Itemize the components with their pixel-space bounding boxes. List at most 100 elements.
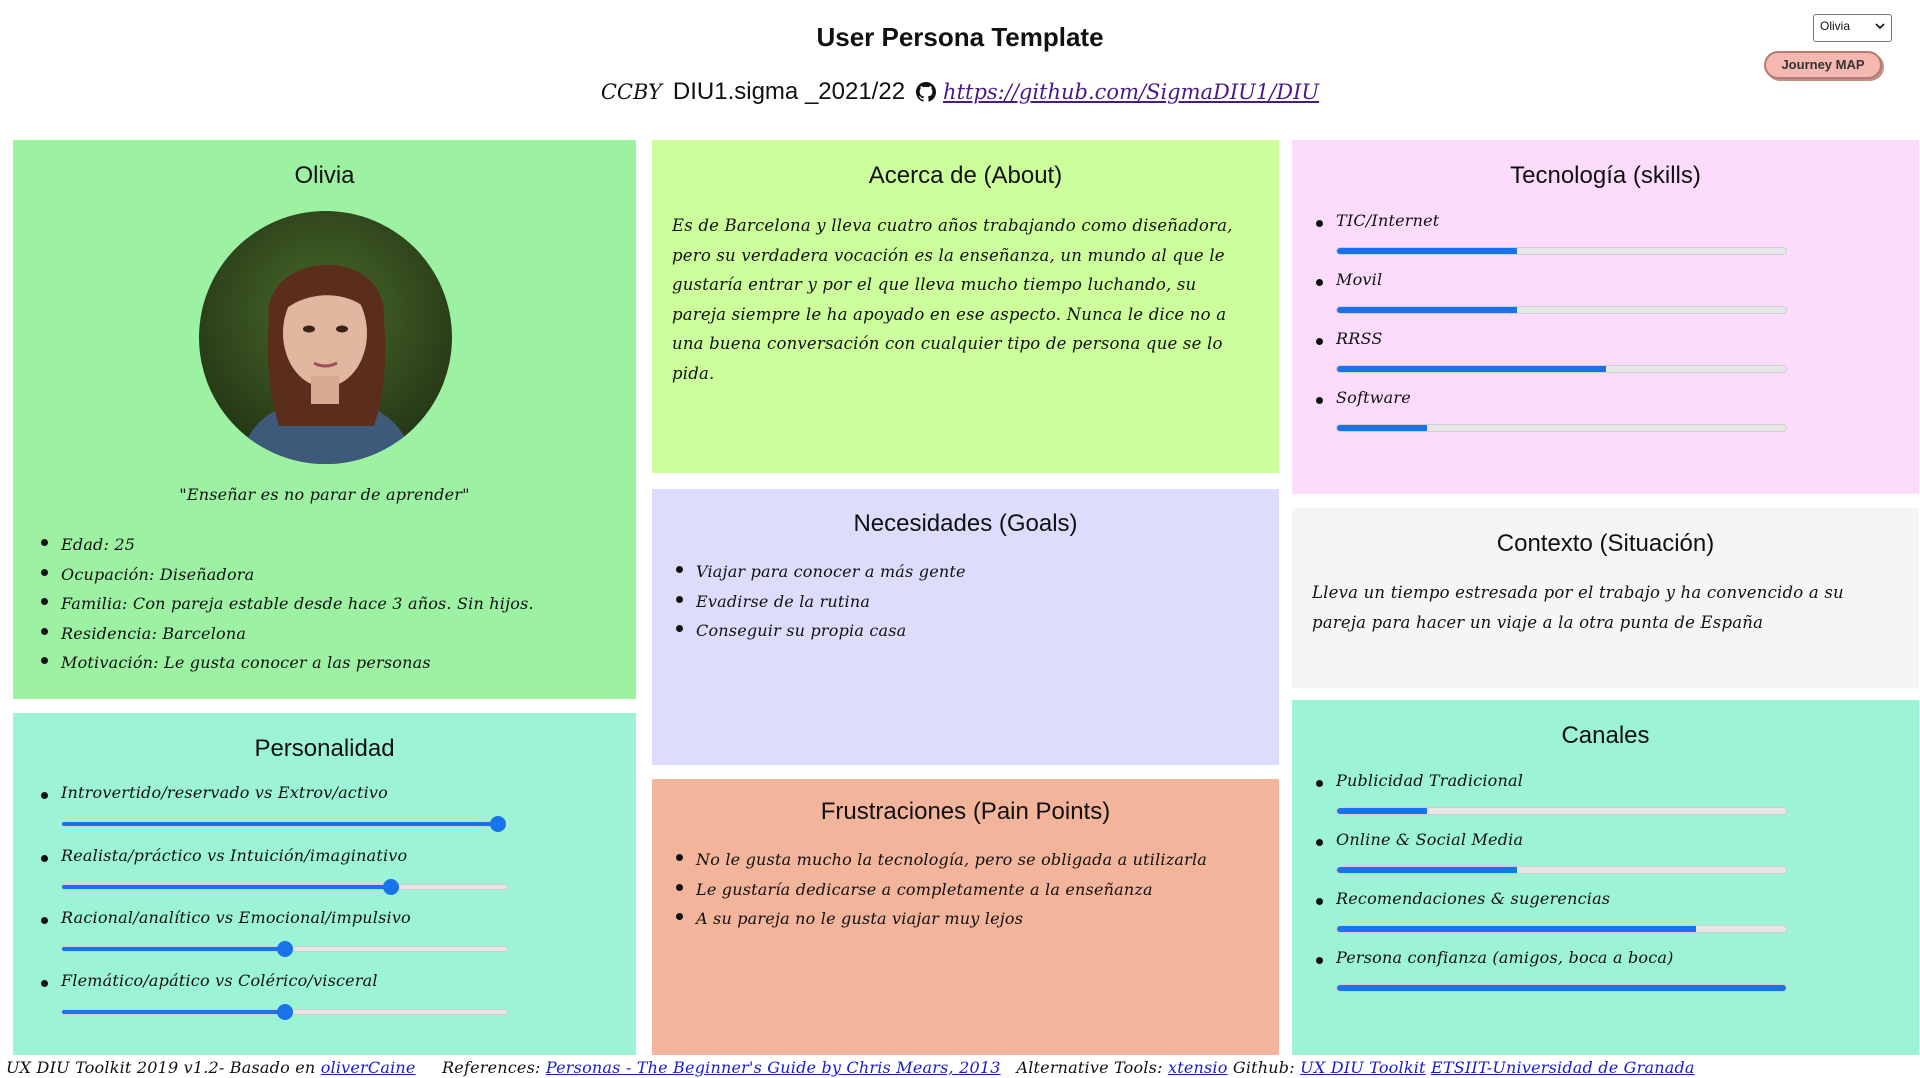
skills-item-label: RRSS (1312, 329, 1383, 348)
skills-progress-bar (1336, 247, 1787, 255)
footer-references-label: References: (442, 1058, 541, 1077)
frustration-item: No le gusta mucho la tecnología, pero se… (672, 845, 1207, 875)
personality-trait-label: Realista/práctico vs Intuición/imaginati… (37, 846, 407, 865)
personality-trait-label: Racional/analítico vs Emocional/impulsiv… (37, 908, 411, 927)
goal-item: Conseguir su propia casa (672, 616, 966, 646)
skills-item-label: Movil (1312, 270, 1382, 289)
about-title: Acerca de (About) (868, 162, 1063, 189)
personality-slider[interactable] (61, 816, 508, 832)
personality-title: Personalidad (254, 735, 395, 762)
personality-trait-label: Introvertido/reservado vs Extrov/activo (37, 783, 388, 802)
persona-fact: Familia: Con pareja estable desde hace 3… (37, 589, 534, 619)
footer-university-link[interactable]: ETSIIT-Universidad de Granada (1431, 1058, 1695, 1077)
goals-card: Necesidades (Goals) Viajar para conocer … (652, 489, 1279, 765)
channels-item-label: Publicidad Tradicional (1312, 771, 1523, 790)
skills-progress-bar (1336, 306, 1787, 314)
footer-alt-tools-label: Alternative Tools: (1016, 1058, 1163, 1077)
personality-slider-thumb[interactable] (383, 878, 400, 895)
personality-slider[interactable] (61, 878, 508, 895)
channels-item: Recomendaciones & sugerencias (1312, 889, 1610, 908)
channels-progress-fill (1337, 808, 1427, 814)
page-title: User Persona Template (816, 22, 1104, 52)
footer: UX DIU Toolkit 2019 v1.2- Basado en oliv… (6, 1058, 1695, 1077)
channels-progress-bar (1336, 925, 1787, 933)
channels-item-label: Persona confianza (amigos, boca a boca) (1312, 948, 1674, 967)
persona-fact: Ocupación: Diseñadora (37, 560, 534, 590)
skills-item: TIC/Internet (1312, 211, 1439, 230)
personality-slider[interactable] (61, 1003, 508, 1020)
persona-fact: Residencia: Barcelona (37, 619, 534, 649)
personality-trait: Realista/práctico vs Intuición/imaginati… (37, 846, 407, 865)
skills-item: Software (1312, 388, 1411, 407)
skills-progress-bar (1336, 424, 1787, 432)
chevron-down-icon (1875, 23, 1885, 30)
persona-fact: Motivación: Le gusta conocer a las perso… (37, 648, 534, 678)
skills-progress-fill (1337, 425, 1427, 431)
persona-photo (199, 211, 452, 464)
channels-progress-bar (1336, 866, 1787, 874)
avatar (199, 211, 452, 464)
goals-list: Viajar para conocer a más gente Evadirse … (672, 557, 966, 646)
journey-map-button[interactable]: Journey MAP (1764, 51, 1882, 79)
skills-title: Tecnología (skills) (1510, 162, 1701, 189)
persona-facts-list: Edad: 25 Ocupación: Diseñadora Familia: Co… (37, 530, 534, 678)
skills-item-label: TIC/Internet (1312, 211, 1439, 230)
channels-item: Online & Social Media (1312, 830, 1523, 849)
personality-trait: Introvertido/reservado vs Extrov/activo (37, 783, 388, 802)
channels-title: Canales (1561, 722, 1650, 749)
skills-progress-fill (1337, 307, 1517, 313)
footer-toolkit: UX DIU Toolkit 2019 v1.2- Basado en (6, 1058, 316, 1077)
persona-name: Olivia (294, 162, 355, 189)
about-card: Acerca de (About) Es de Barcelona y llev… (652, 140, 1279, 473)
goals-title: Necesidades (Goals) (853, 510, 1078, 537)
channels-item: Publicidad Tradicional (1312, 771, 1523, 790)
personality-slider-thumb[interactable] (276, 1003, 293, 1020)
frustration-item: A su pareja no le gusta viajar muy lejos (672, 904, 1207, 934)
personality-card: Personalidad Introvertido/reservado vs E… (13, 713, 636, 1055)
frustration-item: Le gustaría dedicarse a completamente a … (672, 875, 1207, 905)
frustrations-card: Frustraciones (Pain Points) No le gusta … (652, 779, 1279, 1055)
footer-github-link[interactable]: UX DIU Toolkit (1300, 1058, 1426, 1077)
skills-card: Tecnología (skills) TIC/Internet Movil RRS… (1292, 140, 1919, 494)
channels-progress-fill (1337, 926, 1697, 932)
personality-slider-fill (62, 947, 285, 951)
channels-card: Canales Publicidad Tradicional Online & S… (1292, 700, 1919, 1055)
footer-references-link[interactable]: Personas - The Beginner's Guide by Chris… (546, 1058, 1001, 1077)
context-card: Contexto (Situación) Lleva un tiempo est… (1292, 508, 1919, 688)
channels-progress-fill (1337, 985, 1786, 991)
personality-slider-thumb[interactable] (276, 941, 293, 957)
skills-item-label: Software (1312, 388, 1411, 407)
context-text: Lleva un tiempo estresada por el trabajo… (1312, 583, 1844, 632)
personality-slider-fill (62, 884, 392, 889)
skills-progress-fill (1337, 366, 1607, 372)
skills-item: Movil (1312, 270, 1382, 289)
page-subtitle: CCBY DIU1.sigma _2021/22 https://github.… (0, 78, 1920, 106)
personality-trait: Racional/analítico vs Emocional/impulsiv… (37, 908, 411, 927)
channels-progress-bar (1336, 807, 1787, 815)
channels-progress-bar (1336, 984, 1787, 992)
personality-slider-fill (62, 822, 499, 826)
personality-slider-fill (62, 1009, 285, 1014)
about-text: Es de Barcelona y lleva cuatro años trab… (672, 216, 1233, 383)
channels-item-label: Recomendaciones & sugerencias (1312, 889, 1610, 908)
channels-progress-fill (1337, 867, 1517, 873)
persona-fact: Edad: 25 (37, 530, 534, 560)
skills-progress-fill (1337, 248, 1517, 254)
footer-based-link[interactable]: oliverCaine (321, 1058, 416, 1077)
personality-slider[interactable] (61, 941, 508, 957)
persona-select[interactable]: Olivia (1813, 14, 1892, 42)
persona-quote: "Enseñar es no parar de aprender" (179, 485, 470, 504)
personality-slider-thumb[interactable] (490, 816, 507, 832)
footer-alt-tools-link[interactable]: xtensio (1168, 1058, 1228, 1077)
channels-item: Persona confianza (amigos, boca a boca) (1312, 948, 1674, 967)
project-label: DIU1.sigma _2021/22 (672, 78, 906, 105)
skills-item: RRSS (1312, 329, 1383, 348)
goal-item: Evadirse de la rutina (672, 587, 966, 617)
frustrations-title: Frustraciones (Pain Points) (820, 798, 1111, 825)
context-title: Contexto (Situación) (1496, 530, 1715, 557)
personality-trait-label: Flemático/apático vs Colérico/visceral (37, 971, 378, 990)
frustrations-list: No le gusta mucho la tecnología, pero se… (672, 845, 1207, 934)
footer-github-label: Github: (1232, 1058, 1295, 1077)
github-icon (916, 82, 937, 102)
github-repo-link[interactable]: https://github.com/SigmaDIU1/DIU (943, 80, 1319, 104)
